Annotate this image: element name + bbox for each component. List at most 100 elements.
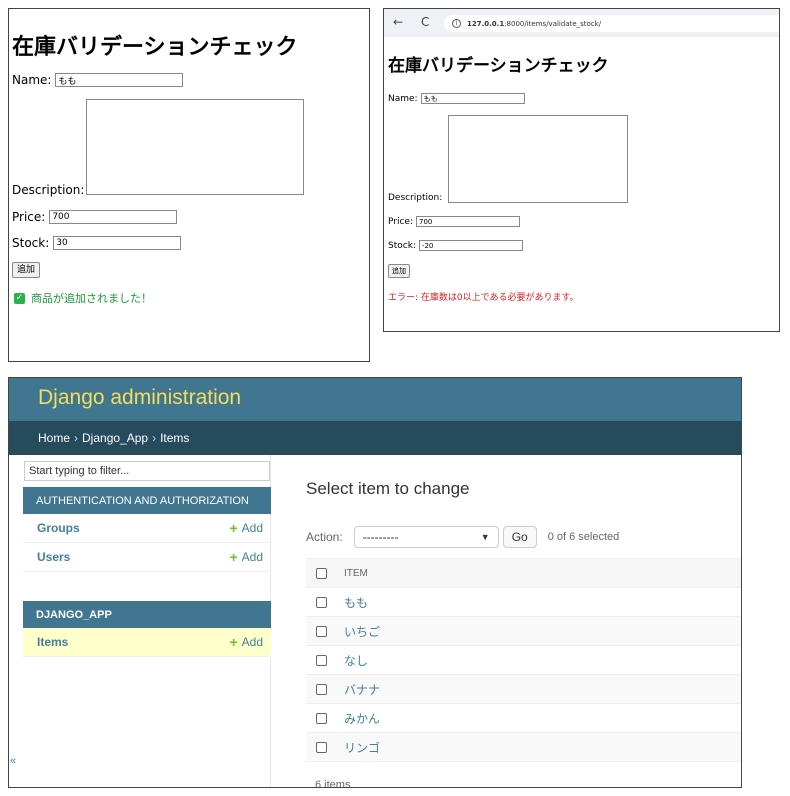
- module-header-auth[interactable]: AUTHENTICATION AND AUTHORIZATION: [23, 487, 271, 514]
- action-select[interactable]: --------- ▼: [353, 526, 499, 548]
- sidebar-item-label[interactable]: Items: [37, 635, 68, 649]
- plus-icon: +: [229, 520, 238, 536]
- add-label: Add: [241, 635, 263, 649]
- sidebar-item-items[interactable]: Items + Add: [23, 628, 271, 657]
- description-textarea[interactable]: [448, 115, 628, 203]
- row-checkbox[interactable]: [316, 625, 327, 637]
- description-row: Description:: [12, 183, 84, 197]
- site-brand[interactable]: Django administration: [38, 386, 241, 410]
- sidebar-item-label[interactable]: Groups: [37, 521, 80, 535]
- plus-icon: +: [229, 634, 238, 650]
- collapse-sidebar-icon[interactable]: «: [10, 755, 16, 767]
- actions-bar: Action: --------- ▼ Go 0 of 6 selected: [306, 524, 619, 550]
- django-admin-panel: Django administration Home › Django_App …: [8, 377, 742, 788]
- sidebar-item-users[interactable]: Users + Add: [23, 543, 271, 572]
- table-row: バナナ: [306, 675, 741, 704]
- breadcrumb-separator: ›: [74, 431, 79, 445]
- stock-label: Stock:: [12, 236, 50, 250]
- reload-icon[interactable]: C: [421, 15, 429, 29]
- stock-row: Stock:: [12, 236, 182, 250]
- stock-row: Stock:: [388, 240, 523, 251]
- check-icon: ✓: [14, 292, 25, 304]
- row-checkbox[interactable]: [316, 712, 327, 724]
- paginator: 6 items: [315, 779, 351, 788]
- stock-label: Stock:: [388, 240, 416, 251]
- nav-filter-input[interactable]: [24, 461, 270, 481]
- name-row: Name:: [388, 93, 525, 104]
- add-users-button[interactable]: + Add: [229, 549, 263, 565]
- breadcrumb-home[interactable]: Home: [38, 431, 70, 445]
- success-message: ✓ 商品が追加されました！: [14, 290, 152, 306]
- add-items-button[interactable]: + Add: [229, 634, 263, 650]
- select-all-checkbox[interactable]: [316, 567, 327, 579]
- add-label: Add: [241, 550, 263, 564]
- row-checkbox[interactable]: [316, 741, 327, 753]
- price-row: Price:: [12, 210, 178, 224]
- address-bar[interactable]: i 127.0.0.1 :8000/items/validate_stock/: [444, 15, 779, 32]
- item-link[interactable]: バナナ: [344, 681, 380, 698]
- nav-sidebar: AUTHENTICATION AND AUTHORIZATION Groups …: [22, 455, 271, 787]
- item-link[interactable]: リンゴ: [344, 739, 380, 756]
- sidebar-item-groups[interactable]: Groups + Add: [23, 514, 271, 543]
- description-textarea[interactable]: [86, 99, 304, 195]
- table-header: ITEM: [306, 558, 741, 588]
- chevron-down-icon: ▼: [480, 532, 490, 542]
- table-row: リンゴ: [306, 733, 741, 762]
- table-row: みかん: [306, 704, 741, 733]
- item-link[interactable]: みかん: [344, 710, 380, 727]
- name-label: Name:: [388, 93, 418, 104]
- success-text: 商品が追加されました！: [31, 292, 152, 305]
- sidebar-item-label[interactable]: Users: [37, 550, 70, 564]
- url-host: 127.0.0.1: [467, 19, 505, 28]
- changelist-title: Select item to change: [306, 479, 470, 498]
- add-groups-button[interactable]: + Add: [229, 520, 263, 536]
- item-link[interactable]: もも: [344, 594, 368, 611]
- description-row: Description:: [388, 193, 442, 203]
- row-checkbox[interactable]: [316, 596, 327, 608]
- breadcrumb: Home › Django_App › Items: [9, 421, 741, 455]
- add-label: Add: [241, 521, 263, 535]
- go-button[interactable]: Go: [502, 526, 537, 548]
- description-label: Description:: [12, 183, 85, 197]
- column-header-item[interactable]: ITEM: [344, 568, 368, 579]
- row-checkbox[interactable]: [316, 683, 327, 695]
- browser-toolbar: ← C i 127.0.0.1 :8000/items/validate_sto…: [384, 9, 779, 37]
- item-link[interactable]: いちご: [344, 623, 380, 640]
- table-row: もも: [306, 588, 741, 617]
- row-checkbox[interactable]: [316, 654, 327, 666]
- error-message: エラー: 在庫数は0以上である必要があります。: [388, 293, 579, 303]
- price-input[interactable]: [49, 210, 178, 224]
- info-icon[interactable]: i: [452, 19, 461, 28]
- name-input[interactable]: [420, 93, 525, 104]
- price-label: Price:: [12, 210, 46, 224]
- stock-input[interactable]: [53, 236, 182, 250]
- price-input[interactable]: [416, 216, 520, 227]
- stock-input[interactable]: [418, 240, 523, 251]
- plus-icon: +: [229, 549, 238, 565]
- admin-header: Django administration: [9, 378, 741, 421]
- price-label: Price:: [388, 216, 413, 227]
- breadcrumb-separator: ›: [152, 431, 157, 445]
- item-link[interactable]: なし: [344, 652, 368, 669]
- error-form-panel: ← C i 127.0.0.1 :8000/items/validate_sto…: [383, 8, 780, 332]
- add-button[interactable]: 追加: [12, 262, 41, 278]
- name-row: Name:: [12, 73, 184, 87]
- breadcrumb-app[interactable]: Django_App: [82, 431, 148, 445]
- add-button[interactable]: 追加: [388, 264, 410, 278]
- name-input[interactable]: [55, 73, 184, 87]
- breadcrumb-current: Items: [160, 431, 190, 445]
- name-label: Name:: [12, 73, 52, 87]
- price-row: Price:: [388, 216, 520, 227]
- success-form-panel: 在庫バリデーションチェック Name: Description: Price: …: [8, 8, 370, 362]
- table-row: いちご: [306, 617, 741, 646]
- description-label: Description:: [388, 193, 443, 203]
- page-title: 在庫バリデーションチェック: [388, 56, 609, 76]
- url-path: :8000/items/validate_stock/: [504, 19, 602, 28]
- action-label: Action:: [306, 530, 343, 544]
- module-header-django-app[interactable]: DJANGO_APP: [23, 601, 271, 628]
- table-row: なし: [306, 646, 741, 675]
- page-title: 在庫バリデーションチェック: [12, 35, 298, 60]
- back-icon[interactable]: ←: [393, 15, 403, 29]
- selection-counter: 0 of 6 selected: [547, 531, 620, 543]
- action-select-value: ---------: [362, 530, 399, 544]
